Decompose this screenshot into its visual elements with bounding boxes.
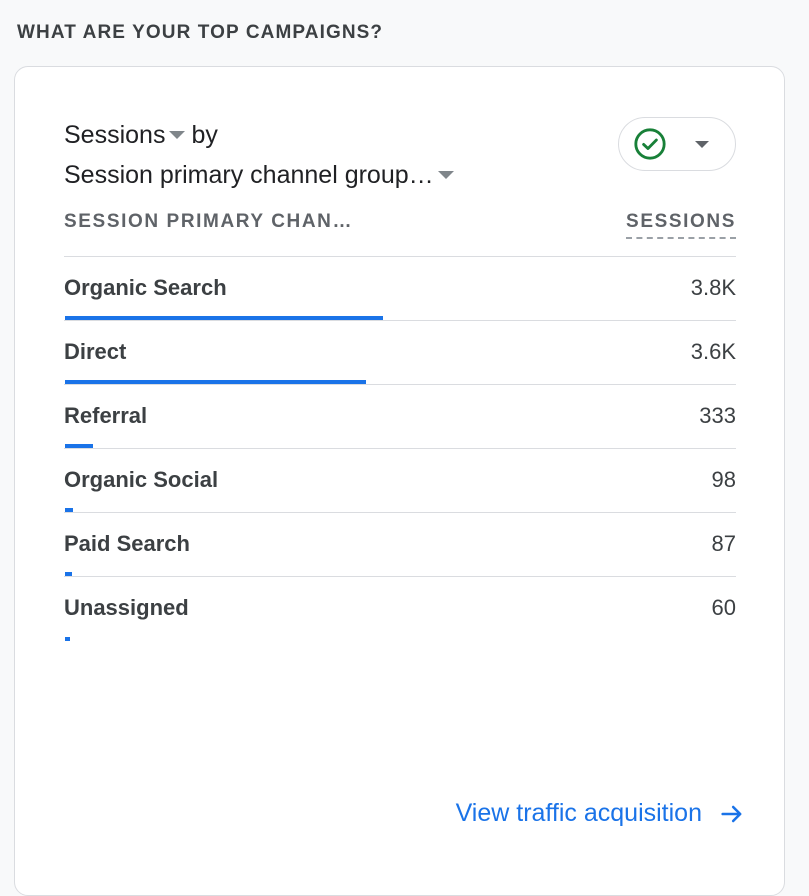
card-header: Sessions by Session primary channel grou… bbox=[64, 117, 736, 199]
row-channel-label: Unassigned bbox=[64, 595, 189, 620]
view-traffic-acquisition-link[interactable]: View traffic acquisition bbox=[456, 799, 746, 828]
table-row[interactable]: Unassigned 60 bbox=[64, 577, 736, 641]
table-row[interactable]: Organic Search 3.8K bbox=[64, 257, 736, 321]
dimension-selector[interactable]: Session primary channel group… bbox=[64, 159, 434, 191]
dimension-dropdown-icon[interactable] bbox=[437, 171, 454, 179]
column-header-sessions[interactable]: SESSIONS bbox=[626, 211, 736, 239]
row-sessions-bar bbox=[65, 508, 73, 512]
metric-dropdown-icon[interactable] bbox=[169, 131, 186, 139]
channel-table: SESSION PRIMARY CHAN… SESSIONS Organic S… bbox=[64, 205, 736, 641]
row-channel-label: Referral bbox=[64, 403, 148, 428]
row-channel-label: Organic Search bbox=[64, 275, 227, 300]
row-sessions-bar bbox=[65, 444, 93, 448]
arrow-right-icon bbox=[721, 805, 742, 822]
row-sessions-bar bbox=[65, 316, 383, 320]
table-row[interactable]: Direct 3.6K bbox=[64, 321, 736, 385]
check-circle-icon bbox=[634, 128, 666, 160]
row-sessions-value: 98 bbox=[711, 467, 736, 492]
by-label: by bbox=[191, 121, 218, 149]
status-dropdown[interactable] bbox=[618, 117, 736, 171]
metric-selector[interactable]: Sessions bbox=[64, 119, 165, 151]
row-sessions-value: 87 bbox=[711, 531, 736, 556]
table-body: Organic Search 3.8K Direct 3.6K Referral 333 O… bbox=[64, 257, 736, 641]
table-row[interactable]: Referral 333 bbox=[64, 385, 736, 449]
table-row[interactable]: Organic Social 98 bbox=[64, 449, 736, 513]
table-header: SESSION PRIMARY CHAN… SESSIONS bbox=[64, 205, 736, 257]
row-sessions-bar bbox=[65, 380, 366, 384]
row-sessions-value: 3.8K bbox=[690, 275, 736, 300]
row-sessions-value: 60 bbox=[711, 595, 736, 620]
section-title: WHAT ARE YOUR TOP CAMPAIGNS? bbox=[17, 22, 384, 43]
row-channel-label: Organic Social bbox=[64, 467, 219, 492]
row-channel-label: Paid Search bbox=[64, 531, 190, 556]
row-sessions-bar bbox=[65, 572, 72, 576]
row-sessions-value: 3.6K bbox=[690, 339, 736, 364]
chevron-down-icon bbox=[695, 140, 709, 148]
footer-link-label: View traffic acquisition bbox=[455, 799, 702, 827]
column-header-channel: SESSION PRIMARY CHAN… bbox=[64, 211, 354, 232]
table-row[interactable]: Paid Search 87 bbox=[64, 513, 736, 577]
row-channel-label: Direct bbox=[64, 339, 127, 364]
row-sessions-bar bbox=[65, 637, 70, 641]
row-sessions-value: 333 bbox=[699, 403, 736, 428]
top-campaigns-card: Sessions by Session primary channel grou… bbox=[14, 66, 785, 896]
